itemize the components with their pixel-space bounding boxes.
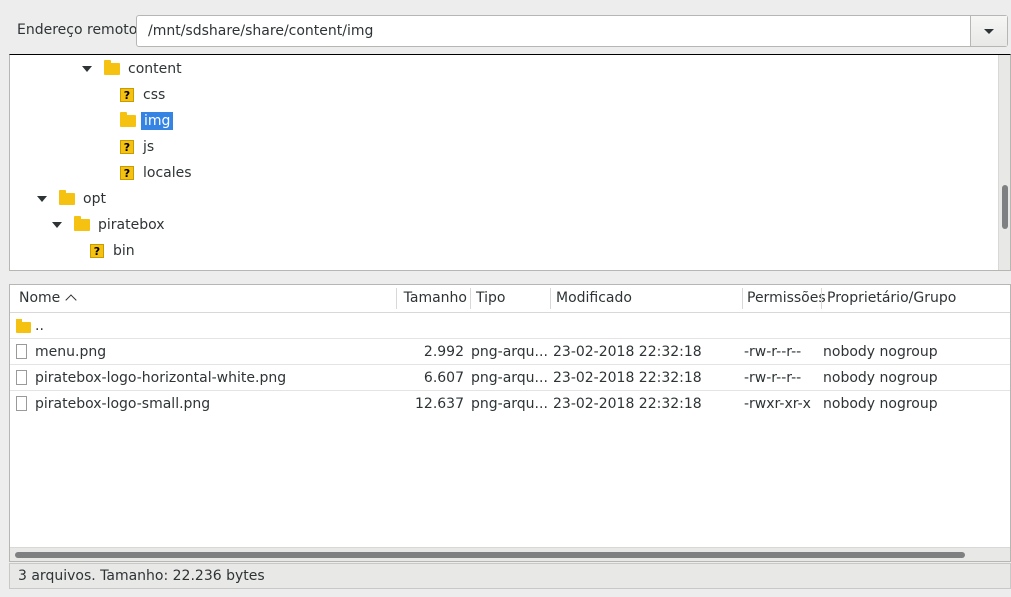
remote-address-combo[interactable]: /mnt/sdshare/share/content/img <box>136 15 1008 47</box>
file-type: png-arqu... <box>471 396 548 412</box>
folder-icon <box>104 60 120 75</box>
tree-item-opt[interactable]: opt <box>37 186 109 212</box>
status-text: 3 arquivos. Tamanho: 22.236 bytes <box>18 568 265 584</box>
file-name: menu.png <box>35 344 107 360</box>
folder-icon <box>120 112 136 127</box>
remote-address-label: Endereço remoto: <box>17 22 143 38</box>
file-owner: nobody nogroup <box>823 344 938 360</box>
expander-open-icon[interactable] <box>52 222 62 228</box>
file-owner: nobody nogroup <box>823 396 938 412</box>
column-header-owner[interactable]: Proprietário/Grupo <box>827 285 1007 312</box>
tree-item-label: locales <box>143 165 192 181</box>
column-separator[interactable] <box>742 288 743 309</box>
file-list-header: Nome Tamanho Tipo Modificado Permissões … <box>10 285 1010 313</box>
remote-address-bar: Endereço remoto: /mnt/sdshare/share/cont… <box>9 9 1011 53</box>
file-icon <box>16 370 27 385</box>
tree-vertical-scrollbar[interactable] <box>998 55 1010 270</box>
remote-address-dropdown-button[interactable] <box>970 16 1007 46</box>
expander-open-icon[interactable] <box>37 196 47 202</box>
column-separator[interactable] <box>470 288 471 309</box>
column-header-label: Nome <box>19 290 61 306</box>
remote-address-input[interactable]: /mnt/sdshare/share/content/img <box>148 23 373 39</box>
unknown-folder-icon: ? <box>120 88 134 102</box>
tree-item-css[interactable]: ? css <box>120 82 168 108</box>
file-modified: 23-02-2018 22:32:18 <box>553 370 702 386</box>
file-name: piratebox-logo-small.png <box>35 396 211 412</box>
tree-item-label: piratebox <box>98 217 165 233</box>
unknown-folder-icon: ? <box>120 166 134 180</box>
folder-icon <box>16 319 31 333</box>
folder-icon <box>74 216 90 231</box>
tree-item-bin[interactable]: ? bin <box>90 238 138 264</box>
column-separator[interactable] <box>550 288 551 309</box>
remote-directory-tree[interactable]: content ? css img ? js ? locales opt pir… <box>9 54 1011 271</box>
status-bar: 3 arquivos. Tamanho: 22.236 bytes <box>9 563 1011 589</box>
tree-item-label: content <box>128 61 182 77</box>
column-header-modified[interactable]: Modificado <box>556 285 742 312</box>
chevron-down-icon <box>984 29 994 34</box>
scrollbar-thumb[interactable] <box>1002 185 1008 229</box>
file-size: 2.992 <box>423 344 464 360</box>
tree-item-piratebox[interactable]: piratebox <box>52 212 168 238</box>
unknown-folder-icon: ? <box>120 140 134 154</box>
folder-icon <box>59 190 75 205</box>
tree-item-label: css <box>143 87 166 103</box>
file-modified: 23-02-2018 22:32:18 <box>553 344 702 360</box>
column-header-size[interactable]: Tamanho <box>397 285 467 312</box>
file-size: 6.607 <box>423 370 464 386</box>
file-type: png-arqu... <box>471 370 548 386</box>
tree-item-content[interactable]: content <box>82 56 185 82</box>
tree-item-label: opt <box>83 191 106 207</box>
expander-open-icon[interactable] <box>82 66 92 72</box>
column-separator[interactable] <box>821 288 822 309</box>
file-permissions: -rw-r--r-- <box>744 344 802 360</box>
file-icon <box>16 344 27 359</box>
table-row-parent[interactable]: .. <box>10 313 1010 339</box>
file-size: 12.637 <box>415 396 464 412</box>
file-type: png-arqu... <box>471 344 548 360</box>
table-row[interactable]: piratebox-logo-horizontal-white.png 6.60… <box>10 364 1010 391</box>
file-owner: nobody nogroup <box>823 370 938 386</box>
file-list-horizontal-scrollbar[interactable] <box>10 547 1010 561</box>
sort-ascending-icon <box>65 294 77 306</box>
table-row[interactable]: menu.png 2.992 png-arqu... 23-02-2018 22… <box>10 338 1010 365</box>
tree-item-label: js <box>143 139 155 155</box>
tree-item-label-selected: img <box>141 112 174 130</box>
unknown-folder-icon: ? <box>90 244 104 258</box>
file-permissions: -rwxr-xr-x <box>744 396 811 412</box>
tree-item-js[interactable]: ? js <box>120 134 157 160</box>
file-icon <box>16 396 27 411</box>
tree-item-locales[interactable]: ? locales <box>120 160 195 186</box>
remote-file-list[interactable]: Nome Tamanho Tipo Modificado Permissões … <box>9 284 1011 562</box>
tree-item-img[interactable]: img <box>120 108 174 134</box>
column-header-permissions[interactable]: Permissões <box>747 285 826 312</box>
table-row[interactable]: piratebox-logo-small.png 12.637 png-arqu… <box>10 390 1010 417</box>
file-modified: 23-02-2018 22:32:18 <box>553 396 702 412</box>
scrollbar-thumb[interactable] <box>15 552 965 558</box>
tree-item-label: bin <box>113 243 135 259</box>
file-name: .. <box>35 318 44 334</box>
file-permissions: -rw-r--r-- <box>744 370 802 386</box>
file-name: piratebox-logo-horizontal-white.png <box>35 370 287 386</box>
column-header-name[interactable]: Nome <box>19 285 399 312</box>
column-header-type[interactable]: Tipo <box>476 285 550 312</box>
